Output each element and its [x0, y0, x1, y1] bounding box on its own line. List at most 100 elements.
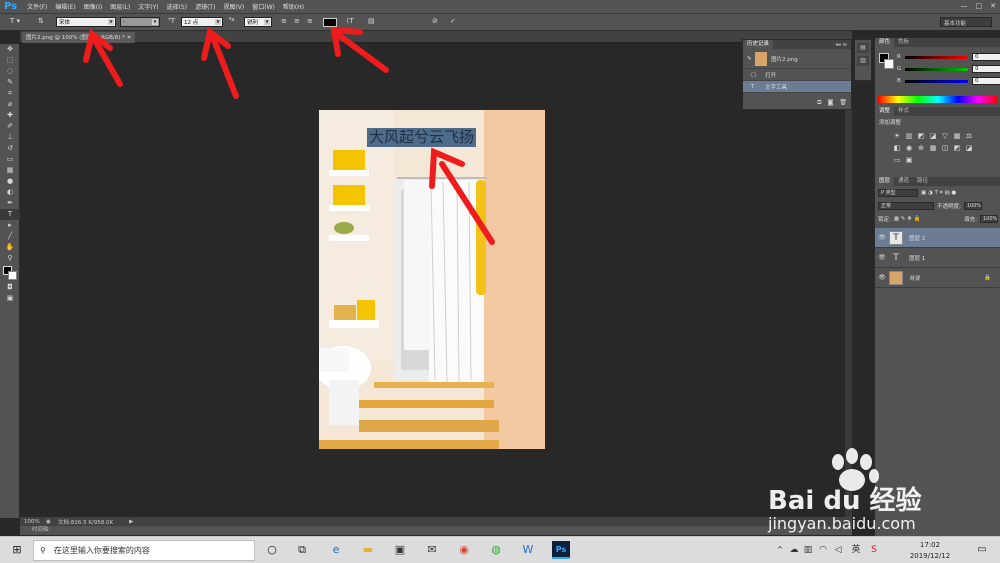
- menu-help[interactable]: 帮助(H): [279, 2, 308, 11]
- crop-tool-icon[interactable]: ⌗: [0, 88, 20, 99]
- blue-value[interactable]: 0: [972, 77, 1000, 85]
- tab-channels[interactable]: 通道: [894, 177, 913, 186]
- channel-mixer-icon[interactable]: ⊕: [917, 144, 925, 152]
- menu-image[interactable]: 图像(I): [80, 2, 106, 11]
- mail-icon[interactable]: ✉: [424, 542, 440, 558]
- color-swatches[interactable]: [0, 264, 20, 282]
- tab-adjustments[interactable]: 调整: [875, 107, 895, 116]
- path-select-tool-icon[interactable]: ▸: [0, 220, 20, 231]
- font-size-select[interactable]: 12 点 ▼: [181, 17, 223, 27]
- trash-icon[interactable]: 🗑: [839, 99, 847, 107]
- close-icon[interactable]: ✕: [990, 2, 996, 10]
- character-panel-icon[interactable]: ▤: [368, 17, 375, 25]
- filter-icons[interactable]: ▣ ◑ T ⌗ ▤ ●: [921, 190, 956, 197]
- green-slider[interactable]: [905, 67, 969, 71]
- tab-history[interactable]: 历史记录: [743, 40, 774, 49]
- threshold-icon[interactable]: ◪: [965, 144, 973, 152]
- hand-tool-icon[interactable]: ✋: [0, 242, 20, 253]
- green-value[interactable]: 0: [972, 65, 1000, 73]
- menu-file[interactable]: 文件(F): [23, 2, 51, 11]
- red-value[interactable]: 0: [972, 53, 1000, 61]
- background-color-swatch[interactable]: [8, 271, 17, 280]
- tab-swatches[interactable]: 色板: [894, 38, 913, 47]
- layer-row[interactable]: 👁 T 图层 1: [875, 248, 1000, 268]
- tab-paths[interactable]: 路径: [913, 177, 932, 186]
- document-tab[interactable]: 图片2.png @ 100% (图层 1, RGB/8) * ✕: [22, 32, 136, 43]
- taskbar-search-box[interactable]: ⚲ 在这里输入你要搜索的内容: [33, 540, 255, 561]
- black-white-icon[interactable]: ◧: [893, 144, 901, 152]
- lock-icons[interactable]: ▦ ✎ ✥ 🔒: [894, 216, 921, 222]
- lasso-tool-icon[interactable]: ◌: [0, 66, 20, 77]
- menu-view[interactable]: 视图(V): [219, 2, 248, 11]
- task-view-icon[interactable]: ⧉: [294, 542, 310, 558]
- close-tab-icon[interactable]: ✕: [127, 35, 132, 41]
- workspace-select[interactable]: 基本功能: [940, 17, 992, 27]
- eye-icon[interactable]: 👁: [875, 254, 889, 261]
- layer-row[interactable]: 👁 T 图层 2: [875, 228, 1000, 248]
- layer-row[interactable]: 👁 背景 🔒: [875, 268, 1000, 288]
- notification-icon[interactable]: ▭: [974, 542, 990, 558]
- taskbar-clock[interactable]: 17:02 2019/12/12: [906, 540, 954, 562]
- tab-color[interactable]: 颜色: [875, 38, 895, 47]
- tab-layers[interactable]: 图层: [875, 177, 895, 186]
- curves-icon[interactable]: ◩: [917, 132, 925, 140]
- gradient-tool-icon[interactable]: ▦: [0, 165, 20, 176]
- eye-icon[interactable]: 👁: [875, 234, 889, 241]
- ime-icon[interactable]: 英: [848, 542, 864, 558]
- panel-collapse-icon[interactable]: ◂◂ ≡: [835, 42, 851, 48]
- edge-browser-icon[interactable]: e: [328, 542, 344, 558]
- healing-tool-icon[interactable]: ✚: [0, 110, 20, 121]
- brightness-icon[interactable]: ☀: [893, 132, 901, 140]
- quick-mask-icon[interactable]: ◘: [0, 282, 20, 293]
- bathroom-image[interactable]: 大风起兮云飞扬: [319, 110, 545, 449]
- menu-filter[interactable]: 滤镜(T): [191, 2, 219, 11]
- zoom-level[interactable]: 100%: [20, 519, 46, 525]
- pen-tool-icon[interactable]: ✒: [0, 198, 20, 209]
- antialias-select[interactable]: 锐利 ▼: [244, 17, 272, 27]
- windows-start-icon[interactable]: ⊞: [9, 542, 25, 558]
- history-snapshot[interactable]: ✎ 图片2.png: [743, 49, 851, 69]
- photoshop-taskbar-icon[interactable]: Ps: [552, 541, 570, 559]
- volume-icon[interactable]: ◁: [830, 542, 846, 558]
- file-explorer-icon[interactable]: ▬: [360, 542, 376, 558]
- snapshot-camera-icon[interactable]: ◙: [828, 99, 834, 107]
- history-item[interactable]: ▢ 打开: [743, 69, 851, 81]
- history-panel-icon[interactable]: ▤: [857, 43, 869, 53]
- menu-select[interactable]: 选择(S): [163, 2, 192, 11]
- selective-color-icon[interactable]: ▣: [905, 156, 913, 164]
- vibrance-icon[interactable]: ▽: [941, 132, 949, 140]
- writer-app-icon[interactable]: W: [520, 542, 536, 558]
- blur-tool-icon[interactable]: ●: [0, 176, 20, 187]
- photo-filter-icon[interactable]: ◉: [905, 144, 913, 152]
- screen-mode-icon[interactable]: ▣: [0, 293, 20, 304]
- fill-input[interactable]: 100%: [980, 215, 998, 223]
- wechat-icon[interactable]: ◍: [488, 542, 504, 558]
- chrome-icon[interactable]: ◉: [456, 542, 472, 558]
- font-style-select[interactable]: - ▼: [120, 17, 160, 27]
- maximize-icon[interactable]: □: [976, 2, 983, 10]
- minimize-icon[interactable]: —: [961, 2, 968, 10]
- text-color-swatch[interactable]: [323, 18, 337, 27]
- color-lookup-icon[interactable]: ▦: [929, 144, 937, 152]
- dodge-tool-icon[interactable]: ◐: [0, 187, 20, 198]
- blue-slider[interactable]: [904, 79, 969, 83]
- align-left-icon[interactable]: ≡: [281, 17, 287, 25]
- warp-text-icon[interactable]: ⌇T: [346, 17, 354, 25]
- blend-mode-select[interactable]: 正常: [878, 202, 934, 210]
- properties-panel-icon[interactable]: ▥: [857, 56, 869, 66]
- levels-icon[interactable]: ▥: [905, 132, 913, 140]
- marquee-tool-icon[interactable]: ⬚: [0, 55, 20, 66]
- align-right-icon[interactable]: ≡: [307, 17, 313, 25]
- new-document-icon[interactable]: ⧉: [817, 99, 821, 107]
- type-tool-icon[interactable]: T: [0, 209, 20, 220]
- network-icon[interactable]: ▥: [800, 542, 816, 558]
- status-expand-icon[interactable]: ▶: [113, 519, 133, 525]
- gradient-map-icon[interactable]: ▭: [893, 156, 901, 164]
- brush-tool-icon[interactable]: ✐: [0, 121, 20, 132]
- text-layer-box[interactable]: 大风起兮云飞扬: [367, 128, 477, 147]
- history-item[interactable]: T 文字工具: [743, 81, 851, 93]
- font-family-select[interactable]: 宋体 ▼: [56, 17, 116, 27]
- menu-type[interactable]: 文字(Y): [134, 2, 162, 11]
- menu-window[interactable]: 窗口(W): [248, 2, 279, 11]
- cancel-icon[interactable]: ⊘: [432, 17, 438, 25]
